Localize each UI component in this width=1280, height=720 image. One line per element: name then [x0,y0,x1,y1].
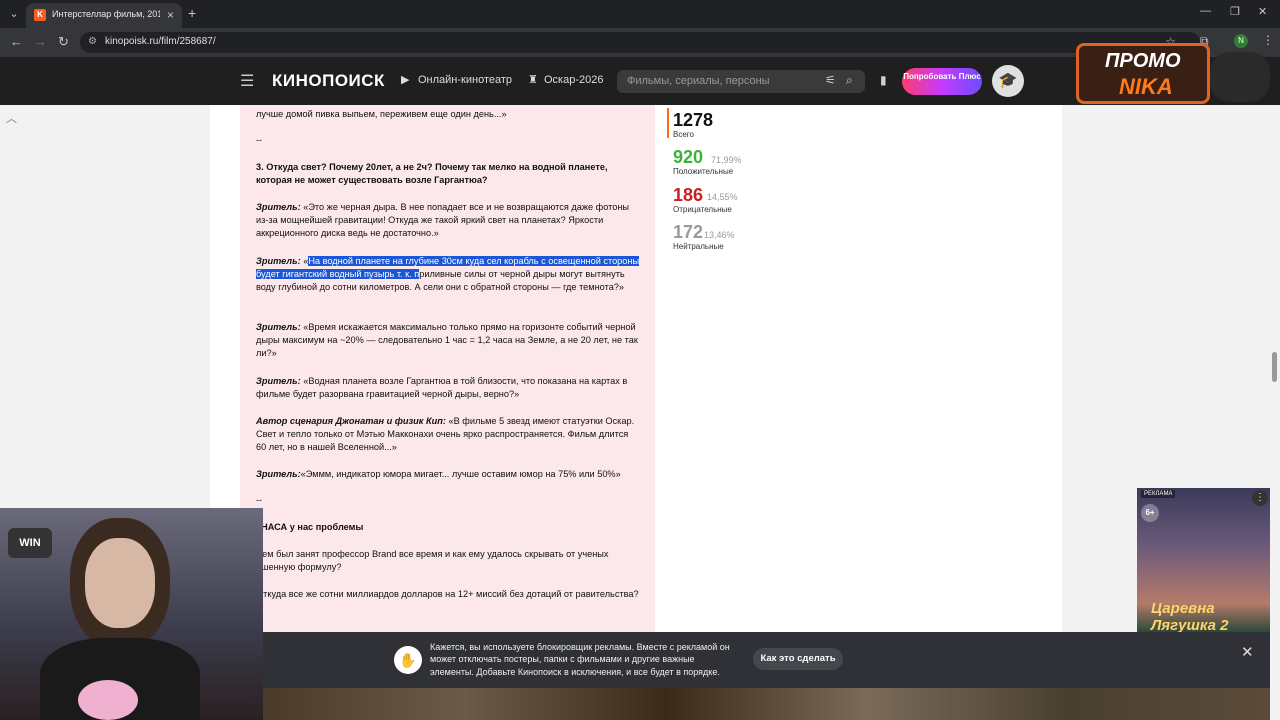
negative-count[interactable]: 186 [673,185,703,206]
neutral-percent: 13,46% [704,230,735,240]
speaker-label: Зритель: [256,469,301,479]
ad-poster[interactable]: РЕКЛАМА 6+ ⋮ Царевна Лягушка 2 [1137,488,1270,632]
reply-text: «Это же черная дыра. В нее попадает все … [256,202,629,239]
flower [78,680,138,720]
positive-percent: 71,99% [711,155,742,165]
profile-avatar[interactable]: N [1234,34,1248,48]
reply-text: «Водная планета возле Гаргантюа в той бл… [256,376,628,400]
search-placeholder: Фильмы, сериалы, персоны [627,75,770,87]
total-label: Всего [673,130,694,139]
forward-icon[interactable]: → [34,34,47,49]
article-paragraph: лучше домой пивка выпьем, переживем еще … [256,109,507,119]
total-count: 1278 [673,110,714,130]
bookmark-icon[interactable]: ▮ [880,73,887,87]
oscar-icon: ♜ [528,74,538,86]
browser-tab[interactable]: K Интерстеллар фильм, 2014, д × [26,3,182,28]
menu-icon[interactable]: ☰ [240,71,254,91]
kinopoisk-favicon-icon: K [34,9,46,21]
banner-message: Кажется, вы используете блокировщик рекл… [430,642,730,677]
ad-more-icon[interactable]: ⋮ [1252,490,1268,506]
ad-title: Царевна Лягушка 2 [1151,600,1229,632]
nav-online-cinema[interactable]: Онлайн-кинотеатр [418,74,512,86]
play-icon: ▶ [401,74,410,86]
background-scenery [263,688,1270,720]
article-paragraph: Зритель: «На водной планете на глубине 3… [256,255,641,295]
negative-percent: 14,55% [707,192,738,202]
chevron-up-icon[interactable]: ︿ [6,110,17,126]
site-logo[interactable]: КИНОПОИСК [272,71,385,91]
promo-overlay: ПРОМО NIKA [1076,43,1210,104]
filter-icon[interactable]: ⚟ [825,73,836,87]
reply-text: «Время искажается максимально только пря… [256,322,638,359]
window-close-icon[interactable]: ✕ [1258,5,1267,18]
browser-tabbar: ⌄ K Интерстеллар фильм, 2014, д × + — ❐ … [0,0,1280,28]
browser-menu-icon[interactable]: ⋮ [1262,33,1274,47]
back-icon[interactable]: ← [10,34,23,49]
neutral-label[interactable]: Нейтральные [673,242,724,251]
article-paragraph: Автор сценария Джонатан и физик Кип: «В … [256,415,641,455]
user-avatar[interactable]: 🎓 [992,65,1024,97]
speaker-label: Зритель: [256,322,301,332]
separator: -- [256,135,263,145]
promo-line1: ПРОМО [1105,50,1181,72]
speaker-label: Автор сценария Джонатан и физик Кип: [256,416,446,426]
restore-icon[interactable]: ❐ [1230,5,1240,18]
positive-count[interactable]: 920 [673,147,703,168]
gamepad-overlay [1210,52,1270,102]
page-scrollbar[interactable] [1270,105,1280,720]
speaker-label: Зритель: [256,376,301,386]
nav-oscar[interactable]: Оскар-2026 [544,74,603,86]
promo-line2: NIKA [1119,74,1173,99]
age-rating-badge: 6+ [1141,504,1159,522]
question-title: 3. Откуда свет? Почему 20лет, а не 2ч? П… [256,162,608,186]
tab-close-icon[interactable]: × [167,8,174,22]
try-plus-button[interactable]: Попробовать Плюс [902,68,982,95]
search-icon[interactable]: ⌕ [846,73,853,88]
scrollbar-thumb[interactable] [1272,352,1277,382]
separator: -- [256,495,263,505]
webcam-overlay: WIN [0,508,263,720]
article-paragraph: Зритель: «Это же черная дыра. В нее попа… [256,201,641,241]
streamer-face [85,538,155,628]
new-tab-icon[interactable]: + [188,5,196,21]
adblock-banner: ✋ Кажется, вы используете блокировщик ре… [263,632,1270,688]
reload-icon[interactable]: ↻ [58,34,69,50]
speaker-label: Зритель: [256,256,301,266]
reply-text: «Эммм, индикатор юмора мигает... лучше о… [300,469,621,479]
neutral-count[interactable]: 172 [673,222,703,243]
tab-title: Интерстеллар фильм, 2014, д [52,9,160,19]
site-info-icon[interactable]: ⚙ [88,36,97,47]
close-icon[interactable]: ✕ [1241,643,1254,661]
hand-stop-icon: ✋ [394,646,422,674]
article-paragraph: Откуда все же сотни миллиардов долларов … [256,589,639,599]
speaker-label: Зритель: [256,202,301,212]
positive-label[interactable]: Положительные [673,167,733,176]
search-input[interactable]: Фильмы, сериалы, персоны ⚟ ⌕ [617,70,865,93]
article-paragraph: Зритель:«Эммм, индикатор юмора мигает...… [256,468,641,481]
tab-search-icon[interactable]: ⌄ [6,6,22,22]
question-title: . НАСА у нас проблемы [256,522,364,532]
how-to-button[interactable]: Как это сделать [753,648,843,670]
negative-label[interactable]: Отрицательные [673,205,732,214]
article-paragraph: Чем был занят профессор Brand все время … [256,549,609,573]
article-paragraph: Зритель: «Время искажается максимально т… [256,321,641,361]
ad-label: РЕКЛАМА [1141,490,1176,498]
address-bar[interactable]: ⚙ kinopoisk.ru/film/258687/ ☆ [80,32,1200,53]
article-paragraph: Зритель: «Водная планета возле Гаргантюа… [256,375,641,401]
stats-accent-bar [667,108,669,138]
win-sign: WIN [8,528,52,558]
url-text[interactable]: kinopoisk.ru/film/258687/ [105,36,216,47]
minimize-icon[interactable]: — [1200,5,1211,17]
